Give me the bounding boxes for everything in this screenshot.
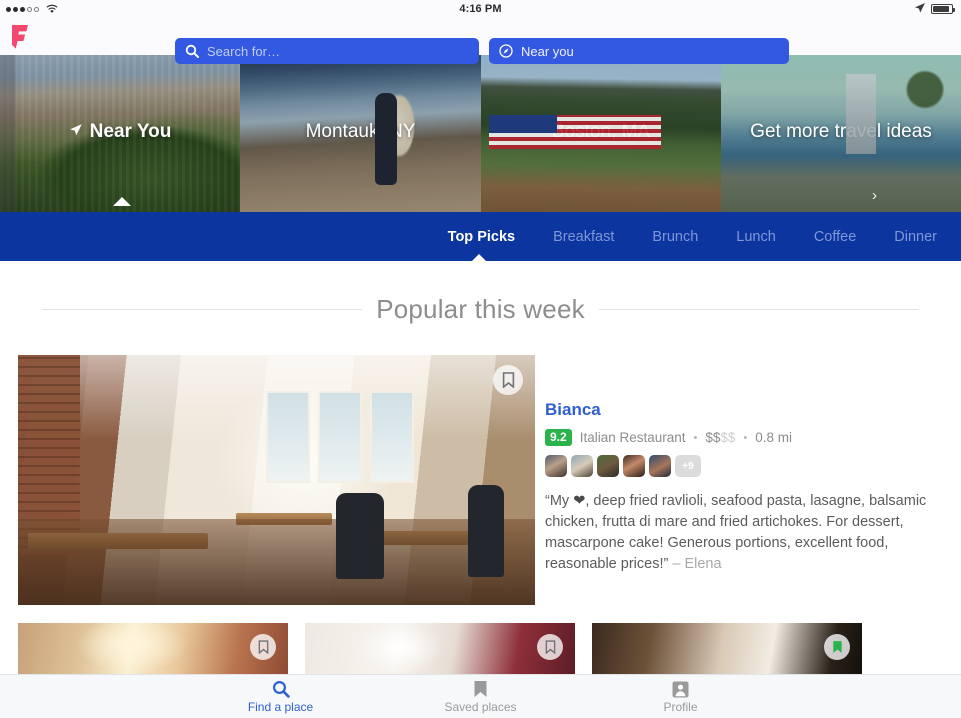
bookmark-button[interactable]: [493, 365, 523, 395]
quote-opening: “My: [545, 493, 574, 510]
location-arrow-icon: [69, 121, 83, 143]
status-bar: 4:16 PM: [0, 0, 961, 18]
carousel-tile-label: Montauk, NY: [240, 121, 481, 143]
search-input[interactable]: Search for…: [175, 38, 479, 64]
near-you-label: Near you: [521, 43, 574, 59]
search-row: Search for… Near you: [175, 38, 789, 64]
section-header: Popular this week: [0, 288, 961, 330]
carousel-tile-label: Boston, MA: [481, 121, 721, 143]
carousel-tile-label: Get more travel ideas: [721, 121, 961, 143]
avatar[interactable]: [571, 455, 593, 478]
tab-label: Find a place: [247, 700, 314, 714]
status-bar-right: [914, 0, 955, 18]
tile-overlay: [0, 55, 240, 212]
carousel-active-pointer: [113, 197, 131, 206]
venue-category: Italian Restaurant: [579, 430, 686, 446]
meta-separator: •: [743, 431, 748, 444]
quote-body: , deep fried ravlioli, seafood pasta, la…: [545, 493, 927, 573]
friend-avatars: +9: [545, 455, 961, 478]
venue-photo[interactable]: [18, 355, 535, 605]
bookmark-icon: [502, 372, 514, 388]
photo-detail-window: [266, 391, 310, 483]
tab-profile[interactable]: Profile: [581, 679, 781, 714]
tab-saved-places[interactable]: Saved places: [381, 679, 581, 714]
tab-coffee[interactable]: Coffee: [814, 229, 856, 245]
battery-icon: [931, 4, 955, 14]
heart-icon: ❤: [573, 493, 586, 510]
venue-meta: 9.2 Italian Restaurant • $$$$ • 0.8 mi: [545, 429, 961, 447]
person-icon: [581, 679, 781, 699]
tab-top-picks[interactable]: Top Picks: [448, 229, 515, 245]
photo-detail-window: [318, 391, 362, 483]
price-empty: $$: [720, 430, 736, 446]
quote-author: – Elena: [672, 556, 722, 573]
venue-card[interactable]: [592, 623, 862, 678]
photo-detail-floor: [18, 519, 535, 605]
tab-lunch[interactable]: Lunch: [736, 229, 776, 245]
bookmark-icon: [545, 640, 555, 654]
photo-detail-person: [468, 485, 504, 577]
carousel-tile-label: Near You: [0, 121, 240, 143]
top-bar: Search for… Near you: [0, 18, 961, 64]
avatar[interactable]: [597, 455, 619, 478]
venue-card-row: [18, 623, 961, 678]
venue-distance: 0.8 mi: [755, 430, 793, 446]
divider-right: [598, 308, 919, 310]
tab-label: Saved places: [444, 700, 517, 714]
carousel-tile-travel-ideas[interactable]: Get more travel ideas ›: [721, 55, 961, 212]
venue-review-quote: “My ❤, deep fried ravlioli, seafood past…: [545, 491, 961, 575]
tab-breakfast[interactable]: Breakfast: [553, 229, 614, 245]
foursquare-logo[interactable]: [8, 24, 32, 50]
avatar[interactable]: [623, 455, 645, 478]
tile-text: Near You: [89, 121, 172, 142]
bookmark-button[interactable]: [250, 634, 276, 660]
price-filled: $$: [705, 430, 721, 446]
venue-info: Bianca 9.2 Italian Restaurant • $$$$ • 0…: [545, 400, 961, 575]
venue-name[interactable]: Bianca: [545, 400, 961, 420]
search-icon: [185, 44, 199, 58]
venue-card[interactable]: [305, 623, 575, 678]
status-bar-time: 4:16 PM: [459, 3, 502, 15]
bookmark-button-saved[interactable]: [824, 634, 850, 660]
photo-detail-person: [336, 493, 384, 579]
bookmark-icon: [258, 640, 268, 654]
tab-brunch[interactable]: Brunch: [652, 229, 698, 245]
page-title: Popular this week: [376, 293, 585, 324]
divider-left: [42, 308, 363, 310]
feature-venue-card: Bianca 9.2 Italian Restaurant • $$$$ • 0…: [18, 355, 961, 607]
tab-find-a-place[interactable]: Find a place: [181, 679, 381, 714]
tab-dinner[interactable]: Dinner: [894, 229, 937, 245]
search-placeholder: Search for…: [207, 43, 280, 59]
venue-price: $$$$: [705, 430, 735, 445]
search-icon: [181, 679, 381, 699]
location-arrow-icon: [914, 2, 926, 17]
near-you-button[interactable]: Near you: [489, 38, 789, 64]
chevron-right-icon[interactable]: ›: [872, 187, 877, 204]
category-active-pointer: [470, 254, 488, 263]
app-root: 4:16 PM Search for… Near you Near You Mo…: [0, 0, 961, 718]
avatar[interactable]: [545, 455, 567, 478]
meta-separator: •: [693, 431, 698, 444]
tab-label: Profile: [663, 700, 698, 714]
city-carousel: Near You Montauk, NY Boston, MA Get more…: [0, 55, 961, 212]
bookmark-icon-filled: [832, 641, 842, 653]
carousel-tile-montauk[interactable]: Montauk, NY: [240, 55, 481, 212]
avatar[interactable]: [649, 455, 671, 478]
rating-badge[interactable]: 9.2: [545, 429, 572, 447]
bookmark-button[interactable]: [537, 634, 563, 660]
venue-card[interactable]: [18, 623, 288, 678]
photo-detail-window: [370, 391, 414, 483]
bookmark-icon: [381, 679, 581, 699]
avatar-overflow-count[interactable]: +9: [675, 455, 701, 478]
tile-text: Get more travel ideas: [750, 121, 932, 142]
bottom-tab-bar: Find a place Saved places Profile: [0, 674, 961, 718]
tile-text: Montauk, NY: [305, 121, 416, 142]
compass-icon: [499, 44, 513, 58]
carousel-tile-near-you[interactable]: Near You: [0, 55, 240, 212]
tile-text: Boston, MA: [551, 121, 651, 142]
carousel-tile-boston[interactable]: Boston, MA: [481, 55, 721, 212]
